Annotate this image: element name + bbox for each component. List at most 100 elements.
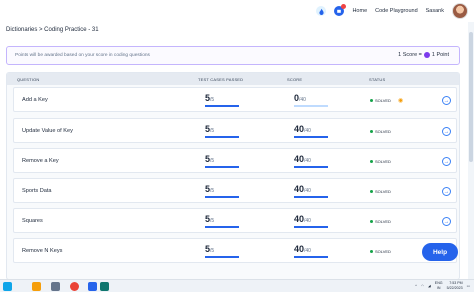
status-badge: SOLVED bbox=[370, 219, 391, 224]
passed-total: /5 bbox=[210, 158, 215, 164]
status-badge: SOLVED bbox=[370, 249, 391, 254]
avatar[interactable] bbox=[452, 3, 468, 19]
table-row[interactable]: Squares 5/5 40/40 SOLVED → bbox=[13, 208, 457, 233]
score-value: 0/40 bbox=[294, 93, 306, 103]
score-progress bbox=[294, 226, 328, 228]
passed-total: /5 bbox=[210, 97, 215, 103]
status-badge: SOLVED bbox=[370, 189, 391, 194]
passed-total: /5 bbox=[210, 128, 215, 134]
questions-table: QUESTION TEST CASES PASSED SCORE STATUS … bbox=[6, 72, 460, 280]
score-count: 40 bbox=[294, 214, 305, 224]
score-progress bbox=[294, 196, 328, 198]
nav-code-playground[interactable]: Code Playground bbox=[375, 8, 418, 14]
streak-icon[interactable] bbox=[316, 6, 327, 16]
status-text: SOLVED bbox=[375, 129, 391, 134]
notification-icon[interactable] bbox=[334, 4, 347, 16]
score-conversion: 1 Score = 1 Point bbox=[398, 52, 449, 58]
score-progress-fill bbox=[294, 196, 328, 198]
score-progress bbox=[294, 136, 328, 138]
question-name[interactable]: Remove a Key bbox=[22, 158, 59, 164]
test-cases-progress bbox=[205, 226, 239, 228]
page-scrollbar[interactable] bbox=[468, 22, 474, 279]
score-value: 40/40 bbox=[294, 214, 311, 224]
table-row[interactable]: Remove N Keys5/540/40SOLVED→ bbox=[13, 238, 457, 263]
passed-total: /5 bbox=[210, 218, 215, 224]
test-cases-progress-fill bbox=[205, 105, 239, 107]
test-cases-passed: 5/5 bbox=[205, 184, 214, 194]
table-row[interactable]: Sports Data 5/5 40/40 SOLVED → bbox=[13, 178, 457, 203]
score-count: 40 bbox=[294, 154, 305, 164]
table-header: QUESTION TEST CASES PASSED SCORE STATUS bbox=[7, 73, 459, 85]
point-text: 1 Point bbox=[431, 52, 449, 58]
passed-total: /5 bbox=[210, 248, 215, 254]
lang-top: ENG bbox=[434, 281, 443, 285]
score-value: 40/40 bbox=[294, 154, 311, 164]
clock[interactable]: 7:53 PM 5/22/2023 bbox=[447, 281, 463, 290]
test-cases-passed: 5/5 bbox=[205, 244, 214, 254]
app-icon[interactable] bbox=[51, 282, 60, 291]
question-name[interactable]: Sports Data bbox=[22, 188, 52, 194]
volume-icon[interactable]: ◢ bbox=[428, 284, 431, 288]
table-row[interactable]: Add a Key 5/5 0/40 SOLVED ◉ → bbox=[13, 87, 457, 112]
score-total: /40 bbox=[304, 128, 311, 134]
windows-start-icon[interactable] bbox=[3, 282, 12, 291]
status-text: SOLVED bbox=[375, 249, 391, 254]
score-total: /40 bbox=[304, 218, 311, 224]
score-value: 40/40 bbox=[294, 244, 311, 254]
score-total: /40 bbox=[304, 248, 311, 254]
eye-icon[interactable]: ◉ bbox=[398, 97, 403, 104]
help-button[interactable]: Help bbox=[422, 243, 458, 261]
test-cases-progress-fill bbox=[205, 256, 239, 258]
arrow-right-icon[interactable]: → bbox=[442, 187, 451, 196]
word-icon[interactable] bbox=[88, 282, 97, 291]
table-row[interactable]: Remove a Key 5/5 40/40 SOLVED → bbox=[13, 148, 457, 173]
test-cases-progress bbox=[205, 196, 239, 198]
notification-badge bbox=[341, 4, 347, 9]
arrow-right-icon[interactable]: → bbox=[442, 96, 451, 105]
file-explorer-icon[interactable] bbox=[32, 282, 41, 291]
solved-dot-icon bbox=[370, 190, 373, 193]
status-text: SOLVED bbox=[375, 219, 391, 224]
score-value: 40/40 bbox=[294, 184, 311, 194]
question-name[interactable]: Add a Key bbox=[22, 97, 48, 103]
question-name[interactable]: Update Value of Key bbox=[22, 128, 73, 134]
header-question: QUESTION bbox=[17, 77, 40, 82]
mail-icon[interactable] bbox=[100, 282, 109, 291]
score-text: 1 Score = bbox=[398, 52, 422, 58]
score-value: 40/40 bbox=[294, 124, 311, 134]
score-total: /40 bbox=[304, 158, 311, 164]
coin-icon bbox=[423, 52, 430, 58]
table-row[interactable]: Update Value of Key 5/5 40/40 SOLVED → bbox=[13, 118, 457, 143]
test-cases-progress bbox=[205, 166, 239, 168]
taskbar: ^ ◠ ◢ ENG IN 7:53 PM 5/22/2023 ▭ bbox=[0, 279, 474, 292]
score-progress bbox=[294, 105, 328, 107]
test-cases-progress-fill bbox=[205, 196, 239, 198]
scrollbar-thumb[interactable] bbox=[469, 32, 473, 162]
question-name[interactable]: Remove N Keys bbox=[22, 248, 62, 254]
test-cases-progress-fill bbox=[205, 226, 239, 228]
test-cases-progress-fill bbox=[205, 136, 239, 138]
lang-bottom: IN bbox=[436, 285, 441, 290]
chrome-icon[interactable] bbox=[70, 282, 79, 291]
solved-dot-icon bbox=[370, 99, 373, 102]
wifi-icon[interactable]: ◠ bbox=[421, 284, 424, 288]
header-test-cases: TEST CASES PASSED bbox=[198, 77, 244, 82]
points-banner: Points will be awarded based on your sco… bbox=[6, 46, 460, 65]
notification-center-icon[interactable]: ▭ bbox=[467, 284, 470, 288]
score-progress-fill bbox=[294, 256, 328, 258]
arrow-right-icon[interactable]: → bbox=[442, 127, 451, 136]
breadcrumb: Dictionaries > Coding Practice - 31 bbox=[6, 27, 99, 33]
score-progress bbox=[294, 166, 328, 168]
score-total: /40 bbox=[299, 97, 306, 103]
chevron-up-icon[interactable]: ^ bbox=[415, 284, 417, 288]
solved-dot-icon bbox=[370, 160, 373, 163]
question-name[interactable]: Squares bbox=[22, 218, 43, 224]
arrow-right-icon[interactable]: → bbox=[442, 217, 451, 226]
language-indicator[interactable]: ENG IN bbox=[435, 281, 443, 290]
score-progress-fill bbox=[294, 136, 328, 138]
user-name[interactable]: Sasank bbox=[426, 8, 444, 14]
solved-dot-icon bbox=[370, 220, 373, 223]
nav-home[interactable]: Home bbox=[352, 8, 367, 14]
status-badge: SOLVED bbox=[370, 159, 391, 164]
arrow-right-icon[interactable]: → bbox=[442, 157, 451, 166]
